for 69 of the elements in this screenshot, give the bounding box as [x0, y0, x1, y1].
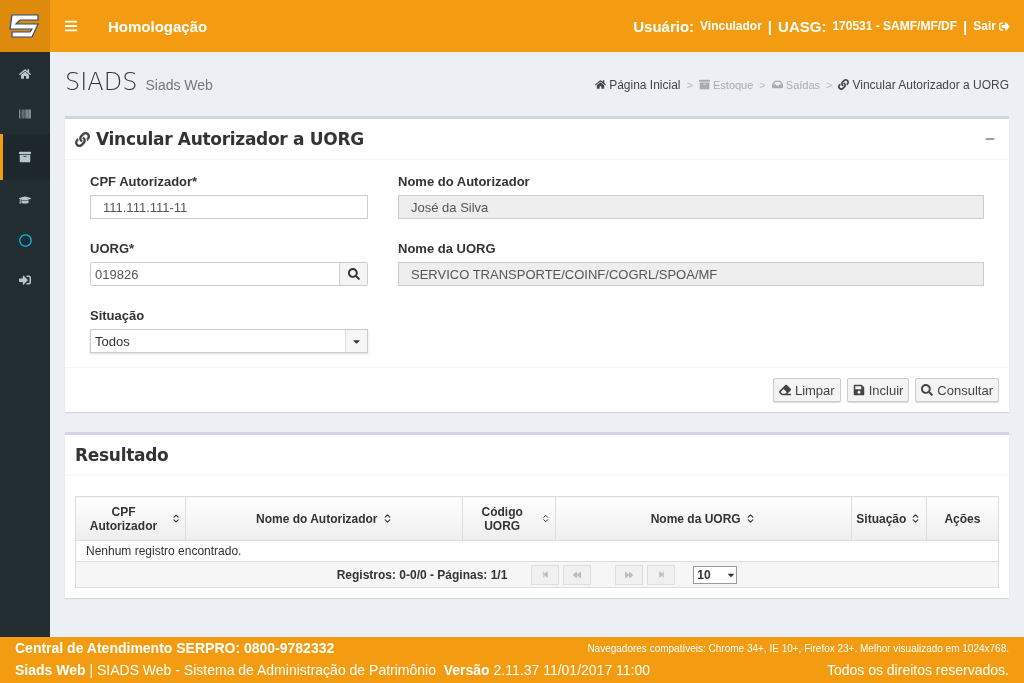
field-label: Nome do Autorizador: [398, 174, 531, 189]
pager-info: Registros: 0-0/0 - Páginas: 1/1: [336, 567, 508, 582]
uasg-label: UASG:: [778, 17, 827, 35]
field-label: Situação: [90, 308, 146, 323]
link-icon: [75, 131, 90, 147]
breadcrumb-link[interactable]: Vincular Autorizador a UORG: [838, 77, 1009, 92]
select-field[interactable]: Todos: [90, 329, 368, 353]
first-page-icon: [541, 571, 549, 578]
save-icon: [852, 384, 865, 396]
signin-icon: [19, 274, 31, 286]
sort-icon: [541, 513, 551, 524]
user-name: Vinculador: [700, 19, 762, 33]
sidebar-item[interactable]: [0, 134, 50, 180]
breadcrumb-separator: >: [759, 78, 766, 91]
breadcrumb-separator: >: [826, 78, 833, 91]
action-button[interactable]: Consultar: [915, 378, 999, 402]
column-header[interactable]: Nome do Autorizador: [185, 496, 463, 541]
user-label: Usuário:: [633, 17, 695, 35]
last-page-icon: [657, 571, 665, 578]
field-label: CPF Autorizador*: [90, 174, 199, 189]
separator: |: [963, 17, 968, 35]
column-header[interactable]: Código UORG: [462, 496, 555, 541]
field-label: Nome da UORG: [398, 241, 497, 256]
lookup-field[interactable]: 019826: [90, 262, 368, 286]
archive-icon: [19, 151, 31, 163]
panel-title: Resultado: [75, 445, 169, 465]
column-header[interactable]: Situação: [851, 496, 927, 541]
uasg-value: 170531 - SAMF/MF/DF: [832, 19, 958, 33]
home-icon: [595, 79, 607, 90]
column-header[interactable]: Nome da UORG: [555, 496, 852, 541]
search-button[interactable]: [339, 263, 367, 285]
cap-icon: [19, 194, 31, 206]
page-subtitle: Siads Web: [145, 77, 213, 93]
sort-icon: [170, 513, 182, 524]
barcode-icon: [19, 108, 31, 120]
page-size-select[interactable]: 10: [693, 565, 738, 584]
empty-message: Nenhum registro encontrado.: [75, 540, 999, 562]
link-icon: [838, 79, 850, 90]
browser-note: Navegadores compatíveis: Chrome 34+, IE 10+, Firefox 23+. Melhor visualizado em 1024x768.: [587, 642, 1009, 654]
action-button[interactable]: Limpar: [772, 378, 841, 402]
breadcrumb-link[interactable]: Página Inicial: [595, 77, 681, 92]
breadcrumb-separator: >: [686, 78, 693, 91]
rights-note: Todos os direitos reservados.: [826, 662, 1009, 678]
support-contact: Central de Atendimento SERPRO: 0800-9782332: [15, 640, 335, 656]
search-icon: [921, 384, 934, 396]
page-title: SIADS: [65, 68, 138, 96]
text-input[interactable]: 111.111.111-11: [90, 195, 368, 219]
previous-page-button[interactable]: [563, 564, 592, 585]
column-header[interactable]: CPF Autorizador: [75, 496, 186, 541]
readonly-field[interactable]: SERVICO TRANSPORTE/COINF/COGRL/SPOA/MF: [398, 262, 984, 286]
logo[interactable]: [0, 0, 50, 52]
home-icon: [19, 68, 31, 80]
separator: |: [767, 17, 773, 35]
previous-page-icon: [573, 570, 582, 579]
archive-icon: [699, 79, 710, 90]
environment-label: Homologação: [108, 17, 208, 35]
eraser-icon: [778, 384, 791, 396]
system-version: Siads Web | SIADS Web - Sistema de Administração de Patrimônio Versão 2.11.37 11/01/2017 11:00: [15, 662, 651, 678]
menu-icon[interactable]: [64, 19, 78, 33]
next-page-icon: [625, 570, 634, 579]
next-page-button[interactable]: [615, 564, 644, 585]
search-icon: [347, 268, 360, 280]
column-header[interactable]: Ações: [926, 496, 999, 541]
field-label: UORG*: [90, 241, 136, 256]
action-button[interactable]: Incluir: [846, 378, 910, 402]
panel-title: Vincular Autorizador a UORG: [96, 129, 364, 149]
logout-icon: [999, 20, 1010, 32]
tray-icon: [771, 79, 783, 90]
readonly-field[interactable]: José da Silva: [398, 195, 984, 219]
